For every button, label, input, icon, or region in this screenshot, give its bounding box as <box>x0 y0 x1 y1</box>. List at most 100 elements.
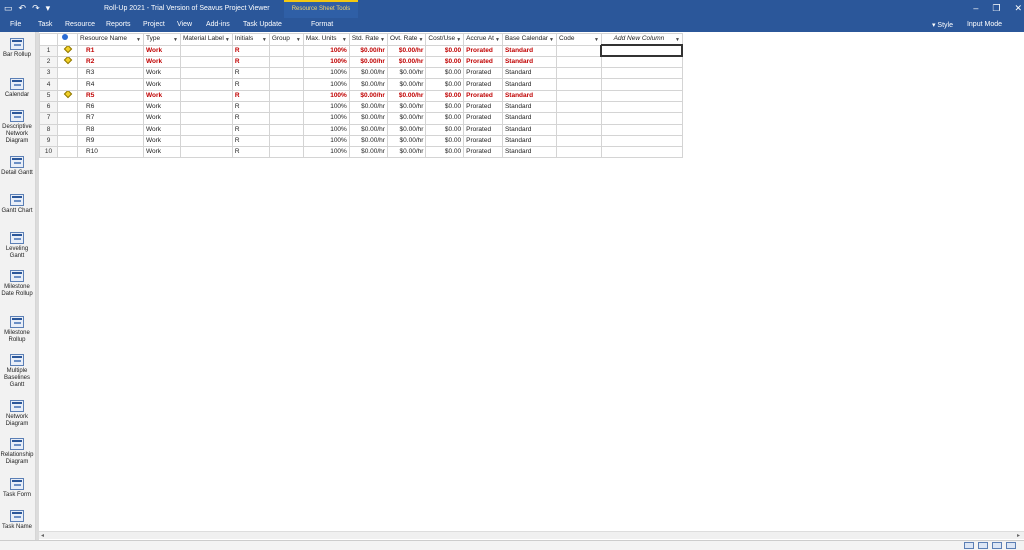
dropdown-arrow-icon[interactable]: ▼ <box>495 35 500 44</box>
cell-group[interactable] <box>268 123 304 136</box>
indicators-header[interactable] <box>57 33 78 46</box>
cell-base-calendar[interactable]: Standard <box>501 134 557 148</box>
cell-type[interactable]: Work <box>143 67 181 80</box>
cell-resource-name[interactable]: R3 <box>77 67 144 80</box>
cell-resource-name[interactable]: R5 <box>77 89 144 102</box>
column-header-ovt-rate[interactable]: Ovt. Rate ▼ <box>386 33 427 46</box>
style-button[interactable]: ▾ Style <box>932 21 953 29</box>
minimize-icon[interactable]: – <box>973 2 978 14</box>
cell-material-label[interactable] <box>180 78 233 91</box>
dropdown-arrow-icon[interactable]: ▼ <box>418 35 423 44</box>
cell-base-calendar[interactable]: Standard <box>501 146 557 159</box>
cell-material-label[interactable] <box>180 44 233 57</box>
cell-indicators[interactable] <box>57 134 78 148</box>
tab-task-update[interactable]: Task Update <box>243 21 282 28</box>
dropdown-arrow-icon[interactable]: ▼ <box>225 35 230 44</box>
cell-indicators[interactable] <box>57 67 78 80</box>
cell-accrue-at[interactable]: Prorated <box>463 123 503 136</box>
view-milestone-date-rollup[interactable]: Milestone Date Rollup <box>0 270 34 298</box>
cell-resource-name[interactable]: R6 <box>77 100 144 114</box>
cell-material-label[interactable] <box>180 100 233 114</box>
cell-group[interactable] <box>268 89 304 102</box>
cell-indicators[interactable] <box>57 78 78 91</box>
customize-qat-icon[interactable]: ▾ <box>46 3 51 14</box>
cell-initials[interactable]: R <box>231 44 270 57</box>
cell-initials[interactable]: R <box>231 89 270 102</box>
cell-resource-name[interactable]: R1 <box>77 44 144 57</box>
cell-group[interactable] <box>268 134 304 148</box>
cell-code[interactable] <box>555 55 602 69</box>
cell-type[interactable]: Work <box>143 134 181 148</box>
view-relationship-diagram[interactable]: Relationship Diagram <box>0 438 34 466</box>
team-planner-shortcut-icon[interactable] <box>992 542 1002 549</box>
cell-group[interactable] <box>268 100 304 114</box>
cell-type[interactable]: Work <box>143 55 181 69</box>
cell-cost-use[interactable]: $0.00 <box>425 112 465 125</box>
cell-material-label[interactable] <box>180 134 233 148</box>
cell-add-new-column[interactable] <box>600 146 683 159</box>
cell-base-calendar[interactable]: Standard <box>501 55 557 69</box>
cell-ovt-rate[interactable]: $0.00/hr <box>386 146 427 159</box>
column-header-group[interactable]: Group ▼ <box>268 33 304 46</box>
input-mode-button[interactable]: Input Mode <box>967 21 1002 29</box>
dropdown-arrow-icon[interactable]: ▼ <box>594 35 599 44</box>
cell-type[interactable]: Work <box>143 89 181 102</box>
cell-material-label[interactable] <box>180 123 233 136</box>
table-row[interactable]: 9 R9 Work R 100% $0.00/hr $0.00/hr $0.00 Prorate… <box>39 134 683 148</box>
scroll-right-icon[interactable]: ▸ <box>1017 532 1020 539</box>
column-header-accrue-at[interactable]: Accrue At ▼ <box>463 33 503 46</box>
view-leveling-gantt[interactable]: Leveling Gantt <box>0 232 34 260</box>
dropdown-arrow-icon[interactable]: ▼ <box>456 35 461 44</box>
row-number[interactable]: 9 <box>39 134 58 148</box>
tab-resource[interactable]: Resource <box>65 21 95 28</box>
cell-add-new-column[interactable] <box>600 134 683 148</box>
cell-indicators[interactable] <box>57 123 78 136</box>
cell-code[interactable] <box>555 44 602 57</box>
column-header-max-units[interactable]: Max. Units ▼ <box>302 33 350 46</box>
cell-std-rate[interactable]: $0.00/hr <box>348 78 388 91</box>
cell-material-label[interactable] <box>180 67 233 80</box>
select-all-cell[interactable] <box>39 33 58 46</box>
cell-cost-use[interactable]: $0.00 <box>425 146 465 159</box>
column-header-std-rate[interactable]: Std. Rate ▼ <box>348 33 388 46</box>
cell-group[interactable] <box>268 112 304 125</box>
cell-base-calendar[interactable]: Standard <box>501 100 557 114</box>
cell-indicators[interactable] <box>57 44 78 57</box>
cell-accrue-at[interactable]: Prorated <box>463 44 503 57</box>
cell-cost-use[interactable]: $0.00 <box>425 123 465 136</box>
cell-ovt-rate[interactable]: $0.00/hr <box>386 55 427 69</box>
cell-cost-use[interactable]: $0.00 <box>425 89 465 102</box>
row-number[interactable]: 4 <box>39 78 58 91</box>
cell-std-rate[interactable]: $0.00/hr <box>348 100 388 114</box>
cell-base-calendar[interactable]: Standard <box>501 89 557 102</box>
row-number[interactable]: 1 <box>39 44 58 57</box>
column-header-resource-name[interactable]: Resource Name ▼ <box>77 33 144 46</box>
cell-material-label[interactable] <box>180 112 233 125</box>
cell-max-units[interactable]: 100% <box>302 89 350 102</box>
cell-add-new-column[interactable] <box>600 78 683 91</box>
cell-group[interactable] <box>268 44 304 57</box>
cell-type[interactable]: Work <box>143 112 181 125</box>
scroll-left-icon[interactable]: ◂ <box>41 532 44 539</box>
row-number[interactable]: 8 <box>39 123 58 136</box>
cell-accrue-at[interactable]: Prorated <box>463 146 503 159</box>
table-row[interactable]: 5 R5 Work R 100% $0.00/hr $0.00/hr $0.00 Prorate… <box>39 89 683 102</box>
cell-resource-name[interactable]: R10 <box>77 146 144 159</box>
resource-sheet-shortcut-icon[interactable] <box>1006 542 1016 549</box>
dropdown-arrow-icon[interactable]: ▼ <box>173 35 178 44</box>
cell-std-rate[interactable]: $0.00/hr <box>348 55 388 69</box>
cell-max-units[interactable]: 100% <box>302 146 350 159</box>
cell-max-units[interactable]: 100% <box>302 67 350 80</box>
cell-cost-use[interactable]: $0.00 <box>425 100 465 114</box>
cell-max-units[interactable]: 100% <box>302 78 350 91</box>
cell-group[interactable] <box>268 78 304 91</box>
cell-add-new-column[interactable] <box>600 55 683 69</box>
cell-indicators[interactable] <box>57 55 78 69</box>
column-header-material-label[interactable]: Material Label ▼ <box>180 33 233 46</box>
view-milestone-rollup[interactable]: Milestone Rollup <box>0 316 34 344</box>
cell-resource-name[interactable]: R9 <box>77 134 144 148</box>
cell-max-units[interactable]: 100% <box>302 100 350 114</box>
tab-view[interactable]: View <box>177 21 192 28</box>
cell-std-rate[interactable]: $0.00/hr <box>348 89 388 102</box>
cell-indicators[interactable] <box>57 112 78 125</box>
